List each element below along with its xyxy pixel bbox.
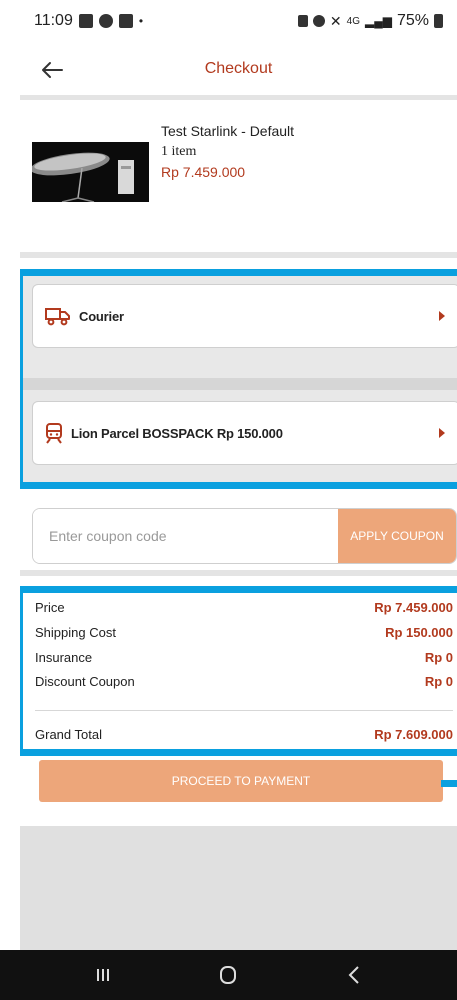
empty-area [20,826,457,950]
recent-apps-icon [96,969,109,981]
chevron-right-icon [439,311,445,321]
alarm-icon [312,15,325,27]
train-icon [46,423,62,444]
phone-screen: 11:09 • ✕ 4G ▂▄▆ 75% Checkout Test Starl… [0,0,457,1000]
summary-label: Price [35,600,65,615]
lock-icon [297,15,308,27]
shipping-service-selector[interactable]: Lion Parcel BOSSPACK Rp 150.000 [32,401,457,465]
coupon-section: APPLY COUPON [20,496,457,576]
gallery-notification-icon [78,14,93,28]
summary-label: Shipping Cost [35,625,116,640]
grand-total-value: Rp 7.609.000 [374,727,453,742]
app-notification-icon [98,14,113,28]
product-item: Test Starlink - Default 1 item Rp 7.459.… [20,100,457,258]
grand-total-label: Grand Total [35,727,102,742]
home-icon [220,966,237,984]
message-notification-icon [118,14,133,28]
summary-row-price: Price Rp 7.459.000 [35,600,453,615]
footer-spacer [20,810,457,826]
product-price: Rp 7.459.000 [161,164,246,180]
system-back-button[interactable] [334,955,374,995]
summary-value: Rp 150.000 [385,625,453,640]
coupon-box: APPLY COUPON [32,508,457,564]
section-divider [23,378,457,390]
checkout-screen: 11:09 • ✕ 4G ▂▄▆ 75% Checkout Test Starl… [20,0,457,950]
status-left: 11:09 • [34,12,143,30]
highlight-mark [441,780,457,787]
battery-percent: 75% [396,12,429,29]
chevron-left-icon [348,966,359,984]
product-image [32,142,149,202]
coupon-input[interactable] [33,509,338,563]
summary-label: Discount Coupon [35,674,135,689]
back-button[interactable] [38,56,66,84]
summary-divider [35,710,453,711]
summary-row-insurance: Insurance Rp 0 [35,650,453,665]
courier-label: Courier [79,308,124,324]
apply-coupon-button[interactable]: APPLY COUPON [338,509,456,563]
home-button[interactable] [208,955,248,995]
courier-selector[interactable]: Courier [32,284,457,348]
summary-row-shipping: Shipping Cost Rp 150.000 [35,625,453,640]
status-right: ✕ 4G ▂▄▆ 75% [297,12,443,30]
truck-icon [45,308,70,326]
page-title: Checkout [204,59,273,77]
signal-icon: ▂▄▆ [365,14,392,28]
price-summary: Price Rp 7.459.000 Shipping Cost Rp 150.… [20,586,457,756]
summary-row-total: Grand Total Rp 7.609.000 [35,727,453,742]
system-nav-bar [0,950,457,1000]
shipping-section: Courier Lion Parcel BOSSPACK Rp 150.000 [20,269,457,489]
summary-label: Insurance [35,650,93,665]
recent-apps-button[interactable] [83,955,123,995]
more-notifications-icon: • [138,14,144,28]
summary-value: Rp 0 [424,674,453,689]
product-info: Test Starlink - Default 1 item Rp 7.459.… [161,120,294,252]
battery-icon [434,14,443,28]
mute-icon: ✕ [329,12,342,29]
network-label: 4G [346,15,360,27]
app-header: Checkout [20,42,457,100]
product-quantity: 1 item [161,144,197,159]
status-bar: 11:09 • ✕ 4G ▂▄▆ 75% [20,0,457,42]
proceed-to-payment-button[interactable]: PROCEED TO PAYMENT [39,760,443,802]
chevron-right-icon [439,428,445,438]
product-name: Test Starlink - Default [161,123,295,139]
summary-value: Rp 0 [424,650,453,665]
summary-row-discount: Discount Coupon Rp 0 [35,674,453,689]
status-time: 11:09 [34,12,73,29]
arrow-left-icon [42,62,63,78]
shipping-service-label: Lion Parcel BOSSPACK Rp 150.000 [71,425,283,441]
summary-value: Rp 7.459.000 [374,600,453,615]
